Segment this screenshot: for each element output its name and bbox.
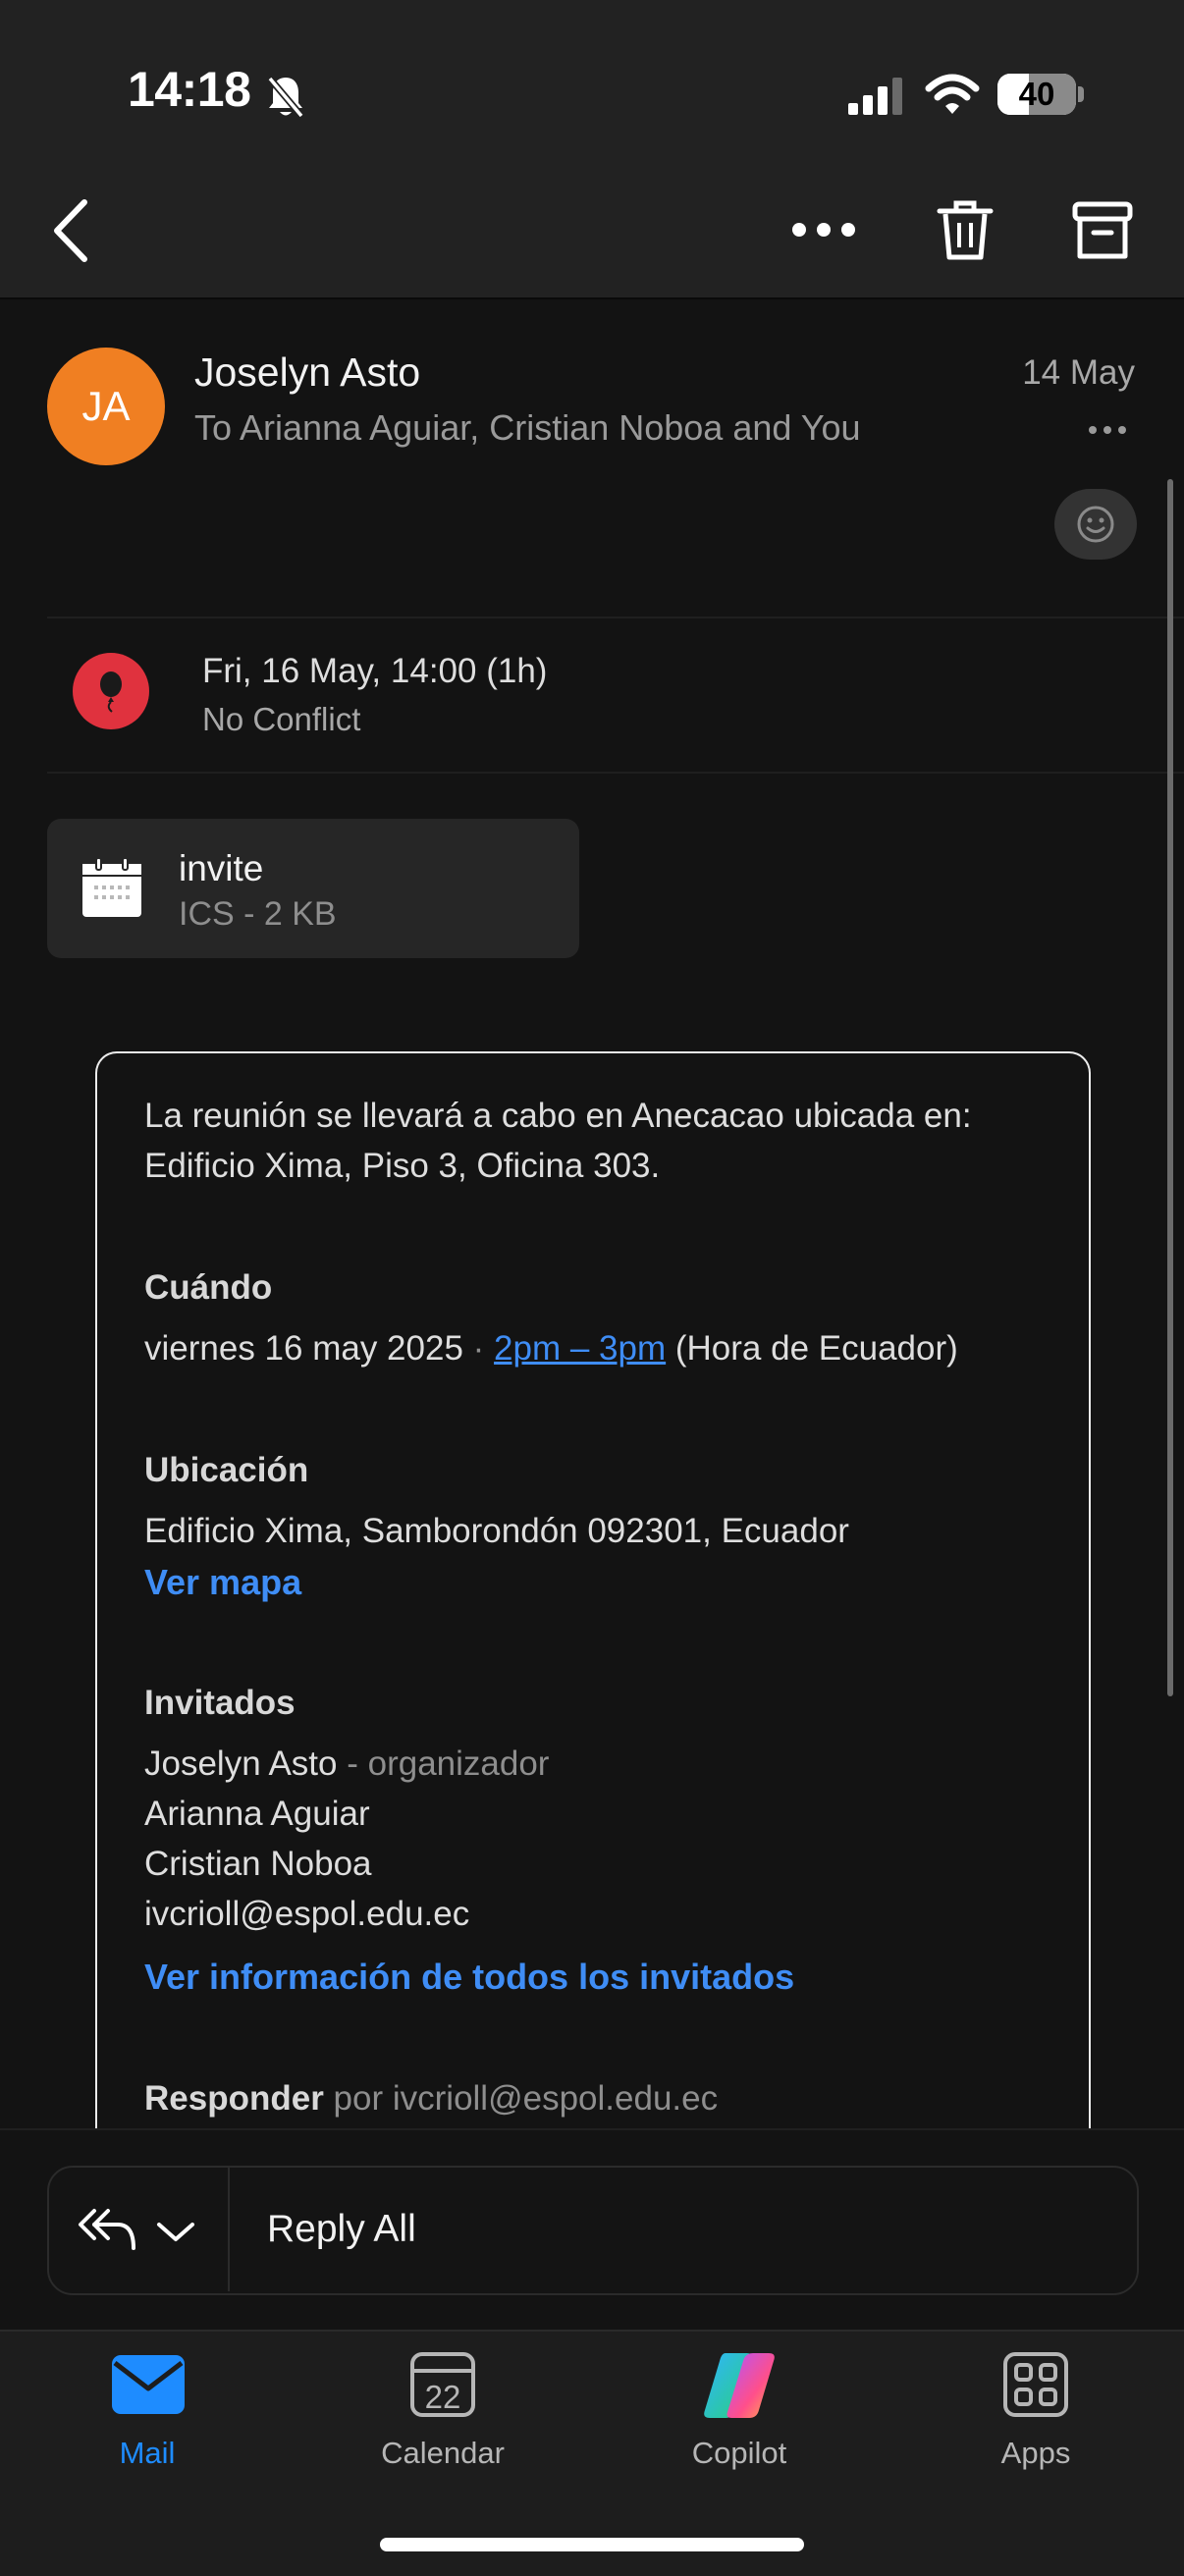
archive-icon[interactable] bbox=[1072, 201, 1133, 260]
reply-all-icon[interactable] bbox=[77, 2207, 137, 2252]
respond-heading: Responder bbox=[144, 2079, 324, 2118]
when-line: viernes 16 may 2025 · 2pm – 3pm (Hora de… bbox=[144, 1329, 958, 1368]
tab-mail-label: Mail bbox=[119, 2436, 176, 2470]
more-options-icon[interactable] bbox=[791, 220, 856, 240]
guest-name: Joselyn Asto bbox=[144, 1744, 338, 1783]
tab-copilot[interactable]: Copilot bbox=[641, 2341, 837, 2489]
reply-divider bbox=[228, 2168, 230, 2291]
smiley-icon bbox=[1077, 506, 1114, 543]
when-separator: · bbox=[472, 1329, 485, 1368]
tab-mail[interactable]: Mail bbox=[49, 2341, 245, 2489]
attachment-name: invite bbox=[179, 848, 264, 888]
event-icon bbox=[73, 653, 149, 729]
balloon-icon bbox=[100, 671, 122, 713]
tab-calendar-label: Calendar bbox=[381, 2436, 505, 2470]
status-time: 14:18 bbox=[128, 62, 251, 117]
mail-icon bbox=[112, 2355, 185, 2414]
scrollbar[interactable] bbox=[1167, 479, 1173, 1696]
reply-box[interactable] bbox=[47, 2166, 1139, 2295]
delete-icon[interactable] bbox=[936, 198, 995, 263]
battery-tip bbox=[1078, 86, 1084, 102]
message-more-icon[interactable] bbox=[1088, 424, 1127, 436]
copilot-icon bbox=[704, 2353, 775, 2418]
when-heading: Cuándo bbox=[144, 1268, 273, 1307]
guest-item: ivcrioll@espol.edu.ec bbox=[144, 1895, 470, 1933]
calendar-file-icon bbox=[82, 857, 141, 917]
guests-heading: Invitados bbox=[144, 1684, 296, 1722]
recipients-line[interactable]: To Arianna Aguiar, Cristian Noboa and Yo… bbox=[194, 407, 861, 449]
guest-role: - organizador bbox=[347, 1744, 550, 1783]
location-heading: Ubicación bbox=[144, 1451, 309, 1489]
event-conflict-status: No Conflict bbox=[202, 701, 361, 737]
when-timezone: (Hora de Ecuador) bbox=[674, 1329, 958, 1368]
attachment-meta: ICS - 2 KB bbox=[179, 895, 337, 933]
when-date: viernes 16 may 2025 bbox=[144, 1329, 463, 1368]
cellular-signal-icon bbox=[848, 78, 902, 115]
event-datetime[interactable]: Fri, 16 May, 14:00 (1h) bbox=[202, 652, 547, 691]
header-bar bbox=[0, 0, 1184, 299]
view-all-guests-link[interactable]: Ver información de todos los invitados bbox=[144, 1957, 794, 1998]
invite-intro-line1: La reunión se llevará a cabo en Anecacao… bbox=[144, 1097, 972, 1135]
guest-item: Arianna Aguiar bbox=[144, 1795, 370, 1833]
guest-item: Joselyn Asto - organizador bbox=[144, 1744, 549, 1784]
add-reaction-button[interactable] bbox=[1054, 489, 1137, 560]
divider bbox=[47, 617, 1184, 618]
view-map-link[interactable]: Ver mapa bbox=[144, 1562, 301, 1603]
home-indicator bbox=[380, 2538, 804, 2551]
bell-muted-icon bbox=[267, 76, 304, 119]
tab-calendar[interactable]: 22 Calendar bbox=[345, 2341, 541, 2489]
divider bbox=[47, 772, 1184, 774]
apps-grid-icon bbox=[1003, 2352, 1068, 2417]
chevron-down-icon[interactable] bbox=[155, 2221, 196, 2244]
respond-by: por ivcrioll@espol.edu.ec bbox=[333, 2079, 719, 2118]
tab-apps[interactable]: Apps bbox=[938, 2341, 1134, 2489]
tab-copilot-label: Copilot bbox=[691, 2436, 787, 2470]
reply-all-button[interactable]: Reply All bbox=[267, 2208, 416, 2251]
wifi-icon bbox=[925, 74, 980, 114]
battery-indicator: 40 bbox=[997, 74, 1076, 115]
sender-name[interactable]: Joselyn Asto bbox=[194, 349, 420, 396]
respond-line: Responder por ivcrioll@espol.edu.ec bbox=[144, 2079, 718, 2119]
back-icon[interactable] bbox=[49, 198, 92, 263]
message-date: 14 May bbox=[1022, 353, 1135, 392]
when-time-link[interactable]: 2pm – 3pm bbox=[494, 1329, 666, 1368]
calendar-icon-day: 22 bbox=[424, 2379, 461, 2415]
location-address: Edificio Xima, Samborondón 092301, Ecuad… bbox=[144, 1512, 849, 1550]
avatar[interactable]: JA bbox=[47, 348, 165, 465]
tab-apps-label: Apps bbox=[1000, 2436, 1071, 2470]
invite-intro-line2: Edificio Xima, Piso 3, Oficina 303. bbox=[144, 1147, 661, 1185]
invite-card bbox=[95, 1051, 1091, 2192]
guest-item: Cristian Noboa bbox=[144, 1845, 372, 1883]
